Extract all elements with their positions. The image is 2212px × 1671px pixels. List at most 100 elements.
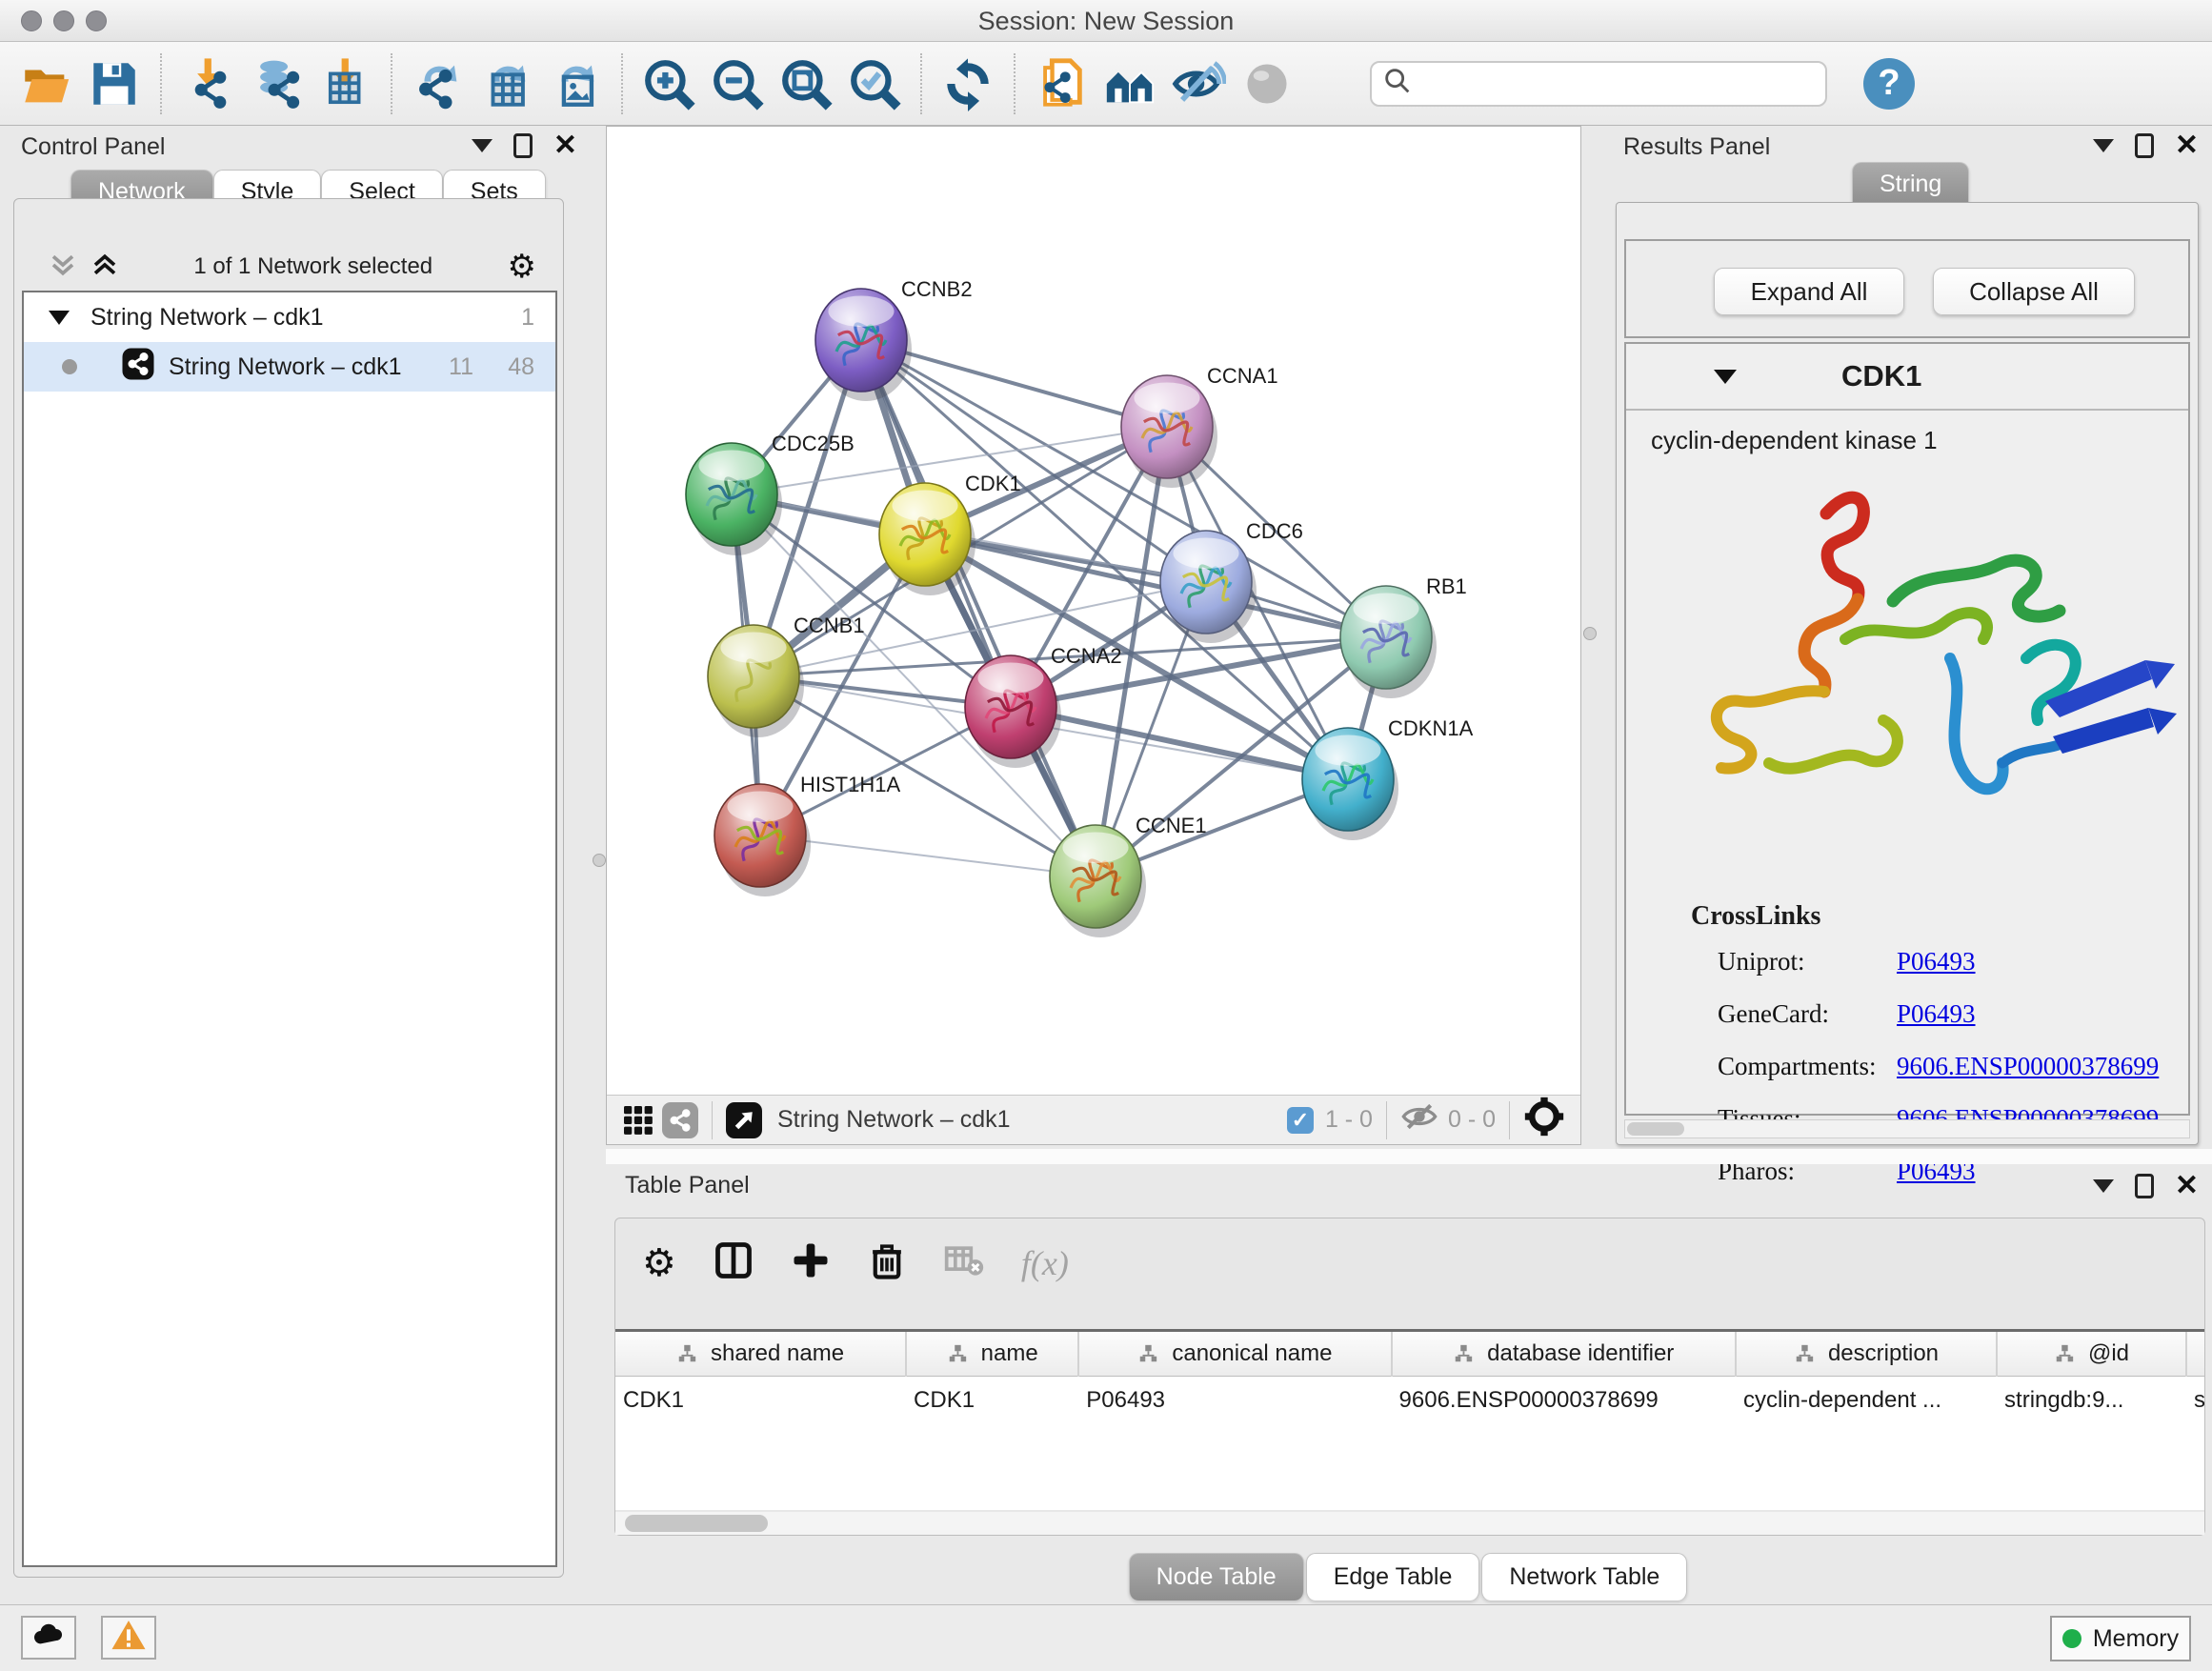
edge-CCNA2-CDKN1A[interactable]	[1011, 707, 1348, 779]
fit-content-crosshair-icon[interactable]	[1523, 1096, 1565, 1144]
panel-float-icon[interactable]	[2135, 1174, 2154, 1198]
node-CDC6[interactable]: CDC6	[1160, 519, 1303, 643]
column-header-@id[interactable]: @id	[1997, 1332, 2186, 1376]
gene-section-header[interactable]: CDK1	[1626, 344, 2188, 411]
section-expander-icon[interactable]	[1714, 370, 1737, 384]
tab-network-table[interactable]: Network Table	[1481, 1553, 1687, 1601]
table-cell[interactable]: 9606.ENSP00000378699	[1392, 1376, 1736, 1425]
open-session-icon[interactable]	[11, 53, 80, 114]
table-cell[interactable]: stringdb	[2186, 1376, 2204, 1425]
table-options-gear-icon[interactable]: ⚙	[642, 1241, 676, 1285]
expand-collapse-box: Expand All Collapse All	[1624, 239, 2190, 338]
export-table-icon[interactable]	[473, 53, 541, 114]
tab-edge-table[interactable]: Edge Table	[1306, 1553, 1480, 1601]
export-network-icon[interactable]	[404, 53, 473, 114]
node-CCNB2[interactable]: CCNB2	[815, 277, 973, 401]
hide-unhide-icon[interactable]	[1164, 53, 1233, 114]
results-scrollbar[interactable]	[1624, 1119, 2190, 1138]
export-view-icon[interactable]	[726, 1102, 762, 1138]
right-splitter-grip[interactable]	[1583, 627, 1597, 640]
panel-float-icon[interactable]	[513, 133, 533, 158]
control-panel: Control Panel ✕ NetworkStyleSelectSets 1…	[0, 126, 591, 1604]
node-HIST1H1A[interactable]: HIST1H1A	[714, 773, 900, 896]
network-collection-row[interactable]: String Network – cdk1 1	[24, 292, 555, 342]
search-input[interactable]	[1414, 70, 1795, 98]
zoom-in-icon[interactable]	[634, 53, 703, 114]
warnings-button[interactable]	[101, 1616, 156, 1660]
export-image-icon[interactable]	[541, 53, 610, 114]
crosslink-link[interactable]: P06493	[1897, 947, 1976, 976]
search-box[interactable]	[1370, 61, 1827, 107]
node-CCNA2[interactable]: CCNA2	[965, 644, 1122, 768]
collapse-all-button[interactable]: Collapse All	[1933, 268, 2135, 315]
string-document-icon[interactable]	[1027, 53, 1096, 114]
delete-table-icon	[943, 1239, 985, 1286]
selected-nodes-checkbox[interactable]: ✓	[1287, 1107, 1314, 1134]
delete-column-trash-icon[interactable]	[867, 1240, 907, 1285]
cloud-status-button[interactable]	[21, 1616, 76, 1660]
edge-CDK1-RB1[interactable]	[925, 534, 1386, 637]
node-label-RB1: RB1	[1426, 574, 1467, 598]
zoom-selected-icon[interactable]	[840, 53, 909, 114]
tab-string[interactable]: String	[1852, 162, 1969, 206]
zoom-out-icon[interactable]	[703, 53, 772, 114]
panel-collapse-icon[interactable]	[472, 139, 493, 152]
collapse-all-networks-icon[interactable]	[49, 251, 77, 284]
node-CCNE1[interactable]: CCNE1	[1050, 814, 1207, 937]
import-table-file-icon[interactable]	[311, 53, 379, 114]
tab-node-table[interactable]: Node Table	[1129, 1553, 1304, 1601]
memory-button[interactable]: Memory	[2050, 1616, 2191, 1661]
network-view-canvas[interactable]: CCNB2CCNA1CDC25BCDK1CDC6RB1CCNB1CCNA2CDK…	[606, 126, 1581, 1145]
column-header-namespace[interactable]: namespace	[2186, 1332, 2204, 1376]
column-header-canonical-name[interactable]: canonical name	[1078, 1332, 1391, 1376]
main-toolbar: ?	[0, 42, 2212, 126]
node-CCNA1[interactable]: CCNA1	[1121, 364, 1278, 488]
panel-close-icon[interactable]: ✕	[2175, 1174, 2199, 1198]
highlight-icon[interactable]	[1233, 53, 1301, 114]
import-network-database-icon[interactable]	[242, 53, 311, 114]
network-share-icon[interactable]	[662, 1102, 698, 1138]
left-splitter-grip[interactable]	[593, 854, 606, 867]
panel-close-icon[interactable]: ✕	[553, 133, 577, 158]
table-cell[interactable]: P06493	[1078, 1376, 1391, 1425]
table-row[interactable]: CDK1CDK1P064939606.ENSP00000378699cyclin…	[615, 1376, 2204, 1425]
crosslink-link[interactable]: 9606.ENSP00000378699	[1897, 1052, 2159, 1081]
panel-float-icon[interactable]	[2135, 133, 2154, 158]
expand-all-networks-icon[interactable]	[90, 251, 119, 284]
save-session-icon[interactable]	[80, 53, 149, 114]
table-h-scrollbar[interactable]	[615, 1512, 2204, 1535]
network-options-gear-icon[interactable]: ⚙	[508, 248, 536, 286]
node-CCNB1[interactable]: CCNB1	[708, 614, 865, 737]
column-header-description[interactable]: description	[1736, 1332, 1997, 1376]
add-column-icon[interactable]	[791, 1240, 831, 1285]
panel-collapse-icon[interactable]	[2093, 139, 2114, 152]
table-panel-title: Table Panel	[625, 1172, 750, 1199]
node-table[interactable]: shared namenamecanonical namedatabase id…	[615, 1329, 2204, 1510]
node-CDKN1A[interactable]: CDKN1A	[1302, 716, 1474, 840]
node-label-CCNA1: CCNA1	[1207, 364, 1278, 388]
import-network-file-icon[interactable]	[173, 53, 242, 114]
table-cell[interactable]: stringdb:9...	[1997, 1376, 2186, 1425]
table-cell[interactable]: CDK1	[615, 1376, 906, 1425]
panel-close-icon[interactable]: ✕	[2175, 133, 2199, 158]
column-header-shared-name[interactable]: shared name	[615, 1332, 906, 1376]
table-cell[interactable]: CDK1	[906, 1376, 1078, 1425]
crosslink-row: Uniprot:P06493	[1718, 947, 2188, 976]
zoom-fit-icon[interactable]	[772, 53, 840, 114]
crosslink-link[interactable]: P06493	[1897, 999, 1976, 1029]
show-columns-icon[interactable]	[713, 1239, 754, 1286]
network-graph[interactable]: CCNB2CCNA1CDC25BCDK1CDC6RB1CCNB1CCNA2CDK…	[607, 127, 1580, 1095]
node-RB1[interactable]: RB1	[1340, 574, 1467, 698]
panel-collapse-icon[interactable]	[2093, 1179, 2114, 1193]
tree-expander-icon[interactable]	[49, 311, 70, 325]
help-button[interactable]: ?	[1863, 58, 1915, 110]
network-row-selected[interactable]: String Network – cdk1 11 48	[24, 342, 555, 392]
column-header-database-identifier[interactable]: database identifier	[1392, 1332, 1736, 1376]
first-neighbors-icon[interactable]	[1096, 53, 1164, 114]
table-cell[interactable]: cyclin-dependent ...	[1736, 1376, 1997, 1425]
hidden-eye-icon[interactable]	[1400, 1097, 1438, 1142]
refresh-view-icon[interactable]	[934, 53, 1002, 114]
column-header-name[interactable]: name	[906, 1332, 1078, 1376]
birdseye-grid-icon[interactable]	[620, 1102, 656, 1138]
expand-all-button[interactable]: Expand All	[1714, 268, 1904, 315]
